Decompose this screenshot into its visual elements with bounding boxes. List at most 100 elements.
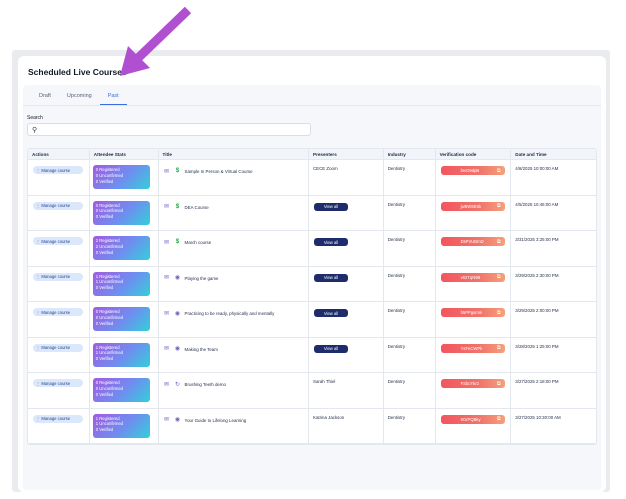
industry-cell: Dentistry	[384, 195, 436, 230]
table-row: ⋮ Manage course 1 Registered 1 Unconfirmed…	[28, 337, 596, 373]
col-verification-code: Verification code	[436, 149, 512, 159]
manage-course-label: Manage course	[41, 203, 71, 209]
col-attendee-stats: Attendee Stats	[90, 149, 159, 159]
verification-code-badge[interactable]: h5PPgsmm ⧉	[440, 308, 505, 317]
dollar-icon: $	[175, 203, 180, 210]
industry-cell: Dentistry	[384, 373, 436, 408]
date-time-value: 3/29/2025 2:00:00 PM	[515, 308, 559, 313]
course-type-icons: ✉ ◉	[163, 416, 182, 424]
course-format-icon: ✉	[164, 381, 170, 388]
actions-cell: ⋮ Manage course	[28, 337, 90, 372]
date-cell: 3/31/2025 3:25:00 PM	[511, 231, 596, 266]
table-row: ⋮ Manage course 0 Registered 0 Unconfirmed…	[28, 373, 596, 409]
tab-draft[interactable]: Draft	[31, 91, 59, 105]
verification-code-badge[interactable]: jwBW9ESk ⧉	[440, 201, 505, 211]
date-time-value: 3/31/2025 3:25:00 PM	[515, 237, 559, 242]
view-all-button[interactable]: View all	[314, 202, 349, 211]
presenters-cell: Katrina Jackson	[309, 408, 384, 443]
attendee-stats-badge: 0 Registered 0 Unconfirmed 0 Verified	[92, 165, 150, 189]
presenters-cell: View all	[309, 302, 384, 337]
camera-icon: ◉	[174, 346, 181, 352]
verification-code-badge[interactable]: v62TqN9B ⧉	[440, 272, 505, 282]
actions-cell: ⋮ Manage course	[28, 231, 90, 266]
presenter-name: Katrina Jackson	[313, 414, 345, 420]
course-title[interactable]: Brushing Teeth demo	[185, 382, 226, 387]
date-time-value: 3/29/2025 2:30:00 PM	[515, 272, 559, 278]
course-type-icons: ✉ ◉	[163, 345, 182, 353]
manage-course-button[interactable]: ⋮ Manage course	[33, 166, 83, 174]
page-title: Scheduled Live Courses	[28, 67, 127, 77]
course-title[interactable]: Sample In Person & Virtual Course	[185, 169, 253, 174]
search-input[interactable]	[41, 125, 301, 135]
verification-code: jwBW9ESk	[460, 203, 482, 209]
copy-icon[interactable]: ⧉	[497, 203, 501, 209]
attendee-stats-cell: 0 Registered 0 Unconfirmed 0 Verified	[90, 302, 159, 337]
copy-icon[interactable]: ⧉	[497, 310, 501, 316]
verification-code: bIvO9dpB	[460, 168, 480, 173]
date-cell: 3/27/2025 10:30:00 AM	[511, 409, 596, 444]
copy-icon[interactable]: ⧉	[497, 381, 501, 387]
attendee-stats-badge: 2 Registered 2 Unconfirmed 0 Verified	[92, 236, 150, 260]
manage-course-button[interactable]: ⋮ Manage course	[33, 308, 83, 316]
manage-course-button[interactable]: ⋮ Manage course	[33, 343, 83, 352]
manage-course-button[interactable]: ⋮ Manage course	[33, 237, 83, 245]
verification-cell: h5PPgsmm ⧉	[436, 302, 512, 337]
verification-code: v62TqN9B	[460, 274, 481, 280]
table-body: ⋮ Manage course 0 Registered 0 Unconfirmed…	[28, 160, 596, 444]
course-title[interactable]: DEA Course	[185, 205, 209, 210]
dollar-icon: $	[175, 239, 180, 245]
title-cell: ✉ ↻ Brushing Teeth demo	[159, 373, 310, 408]
course-title[interactable]: Playing the game	[185, 276, 219, 281]
copy-icon[interactable]: ⧉	[497, 416, 501, 422]
manage-course-label: Manage course	[41, 274, 71, 280]
course-title[interactable]: Your Guide to Lifelong Learning	[185, 418, 247, 423]
presenters-cell: Sarah Thiel	[309, 373, 384, 408]
attendee-stats-badge: 0 Registered 0 Unconfirmed 0 Verified	[92, 200, 150, 225]
date-cell: 3/28/2025 1:25:00 PM	[511, 338, 596, 373]
annotation-arrow	[120, 6, 192, 76]
view-all-button[interactable]: View all	[314, 344, 349, 353]
manage-course-label: Manage course	[41, 238, 71, 244]
verification-cell: FSboTkr2 ⧉	[436, 373, 512, 408]
verification-code-badge[interactable]: YsFeCWPk ⧉	[440, 343, 505, 353]
col-industry: Industry	[384, 149, 436, 159]
presenters-cell: View all	[309, 337, 384, 372]
date-cell: 3/29/2025 2:00:00 PM	[511, 302, 596, 337]
manage-course-button[interactable]: ⋮ Manage course	[33, 414, 83, 423]
view-all-button[interactable]: View all	[314, 238, 349, 246]
copy-icon[interactable]: ⧉	[497, 239, 501, 245]
tab-upcoming[interactable]: Upcoming	[59, 91, 100, 105]
manage-course-button[interactable]: ⋮ Manage course	[33, 379, 83, 387]
verification-code-badge[interactable]: 9OrPQBky ⧉	[440, 414, 505, 424]
copy-icon[interactable]: ⧉	[497, 274, 501, 280]
copy-icon[interactable]: ⧉	[497, 168, 501, 174]
view-all-label: View all	[323, 346, 339, 352]
tab-past[interactable]: Past	[99, 91, 127, 105]
verified-count: 0 Verified	[95, 249, 114, 255]
verification-code-badge[interactable]: bIvO9dpB ⧉	[440, 166, 505, 175]
search-box[interactable]: ⚲	[27, 123, 311, 136]
course-title[interactable]: Making the Team	[185, 347, 218, 352]
verified-count: 0 Verified	[95, 214, 114, 220]
tab-divider	[23, 105, 601, 106]
course-type-icons: ✉ $	[163, 238, 182, 246]
table-row: ⋮ Manage course 1 Registered 1 Unconfirmed…	[28, 408, 596, 444]
title-cell: ✉ ◉ Making the Team	[159, 337, 310, 372]
manage-course-button[interactable]: ⋮ Manage course	[33, 201, 83, 210]
verification-code-badge[interactable]: DsPVUBmD ⧉	[440, 237, 505, 246]
industry-cell: Dentistry	[384, 408, 436, 443]
manage-course-button[interactable]: ⋮ Manage course	[33, 272, 83, 281]
verification-code-badge[interactable]: FSboTkr2 ⧉	[440, 379, 505, 388]
copy-icon[interactable]: ⧉	[497, 345, 501, 351]
date-time-value: 4/8/2025 10:00:00 AM	[515, 166, 559, 171]
actions-cell: ⋮ Manage course	[28, 266, 90, 301]
view-all-button[interactable]: View all	[314, 309, 349, 317]
manage-course-label: Manage course	[41, 416, 71, 422]
view-all-button[interactable]: View all	[314, 273, 349, 282]
course-title[interactable]: Practicing to be ready, physically and m…	[185, 311, 275, 316]
course-title[interactable]: March course	[185, 240, 212, 245]
verification-cell: jwBW9ESk ⧉	[436, 195, 512, 230]
verified-count: 0 Verified	[95, 285, 114, 291]
attendee-stats-cell: 2 Registered 2 Unconfirmed 0 Verified	[90, 231, 159, 266]
title-cell: ✉ $ Sample In Person & Virtual Course	[159, 160, 310, 195]
